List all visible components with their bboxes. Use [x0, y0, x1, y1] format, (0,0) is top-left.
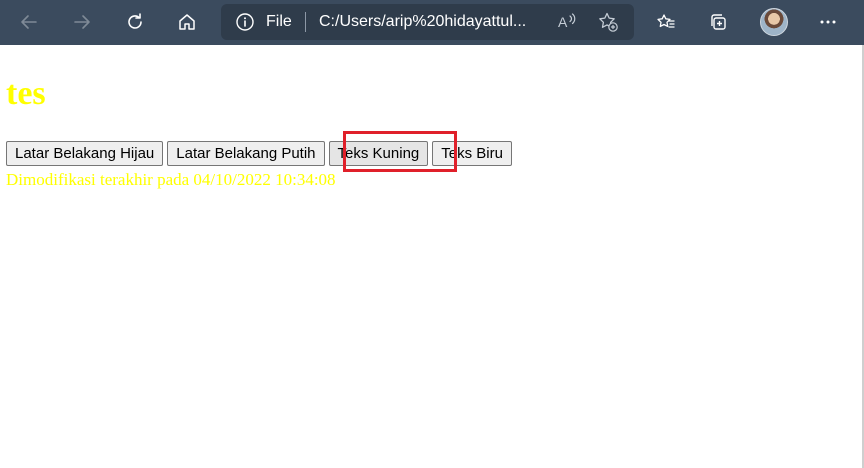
read-aloud-icon[interactable]: A — [556, 11, 578, 33]
back-button[interactable] — [12, 6, 46, 38]
favorites-button[interactable] — [649, 6, 683, 38]
refresh-button[interactable] — [118, 6, 152, 38]
collections-icon — [711, 14, 726, 30]
forward-button[interactable] — [65, 6, 99, 38]
more-button[interactable] — [811, 6, 845, 38]
browser-toolbar: File C:/Users/arip%20hidayattul... A — [0, 0, 864, 45]
page-heading: tes — [6, 75, 46, 112]
collections-button[interactable] — [701, 6, 735, 38]
address-divider — [305, 12, 306, 32]
profile-avatar[interactable] — [760, 8, 788, 36]
last-modified-text: Dimodifikasi terakhir pada 04/10/2022 10… — [6, 170, 336, 189]
info-icon[interactable] — [235, 12, 255, 32]
more-icon — [820, 20, 836, 24]
page-content: tes Latar Belakang Hijau Latar Belakang … — [0, 45, 862, 468]
favorites-icon — [657, 14, 675, 28]
yellow-text-button[interactable]: Teks Kuning — [328, 141, 429, 166]
green-background-button[interactable]: Latar Belakang Hijau — [6, 141, 164, 166]
address-bar[interactable]: File C:/Users/arip%20hidayattul... A — [221, 4, 634, 40]
white-background-button[interactable]: Latar Belakang Putih — [167, 141, 325, 166]
address-url[interactable]: C:/Users/arip%20hidayattul... — [319, 13, 526, 31]
refresh-icon — [128, 13, 142, 29]
address-scheme: File — [266, 13, 292, 30]
svg-text:A: A — [558, 14, 568, 30]
back-arrow-icon — [21, 15, 37, 29]
home-button[interactable] — [170, 6, 204, 38]
home-icon — [179, 14, 195, 30]
add-favorite-icon[interactable] — [597, 11, 619, 33]
blue-text-button[interactable]: Teks Biru — [432, 141, 512, 166]
button-row: Latar Belakang Hijau Latar Belakang Puti… — [6, 141, 512, 166]
forward-arrow-icon — [74, 15, 90, 29]
